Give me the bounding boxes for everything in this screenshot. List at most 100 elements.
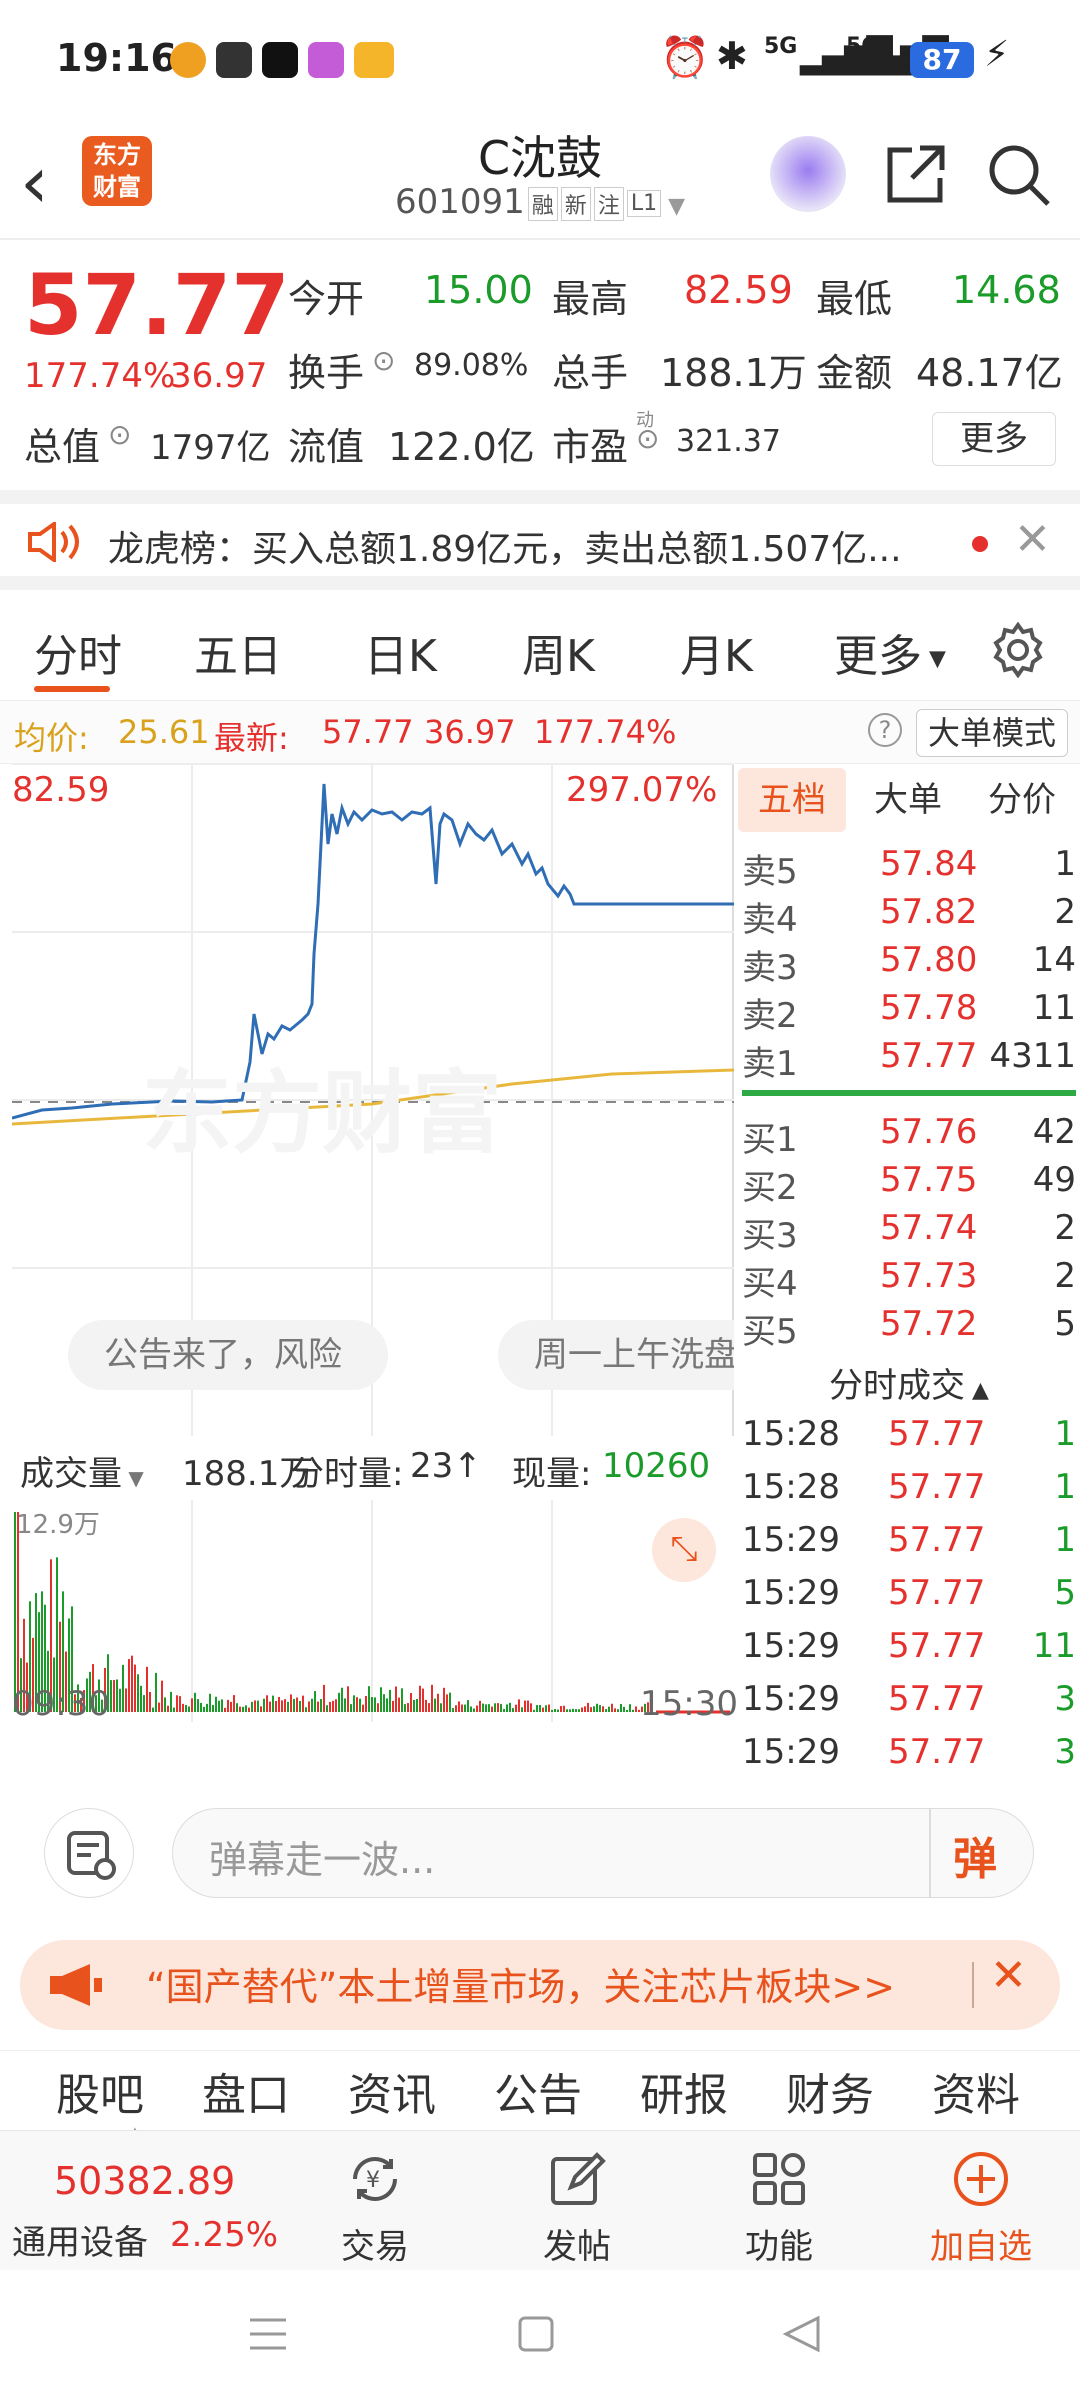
volume-chart[interactable]: 12.9万 ⤡ 09:30 15:30 — [12, 1500, 738, 1724]
more-button[interactable]: 更多 — [932, 412, 1056, 466]
volume-bar — [392, 1700, 394, 1712]
back-icon[interactable] — [780, 2314, 824, 2354]
expand-icon[interactable]: ⤡ — [652, 1518, 716, 1582]
tab-announcements[interactable]: 公告 — [494, 2059, 582, 2123]
volume-bar — [323, 1684, 325, 1712]
avg-value: 25.61 — [118, 713, 210, 751]
volume-bar — [629, 1704, 631, 1712]
ai-assistant-icon[interactable] — [770, 136, 846, 212]
volume-bar — [590, 1707, 592, 1712]
volume-bar — [509, 1702, 511, 1712]
volume-bar — [14, 1512, 16, 1712]
volume-bar — [449, 1692, 451, 1712]
volume-bar — [230, 1701, 232, 1712]
close-icon[interactable]: ✕ — [990, 1950, 1027, 2001]
volume-bar — [266, 1695, 268, 1712]
tab-weekly-k[interactable]: 周K — [522, 620, 595, 684]
volume-bar — [584, 1706, 586, 1712]
tab-forum[interactable]: 股吧 — [56, 2059, 144, 2123]
volume-bar — [128, 1659, 130, 1712]
volume-bar — [248, 1707, 250, 1712]
promo-banner[interactable]: “国产替代”本土增量市场，关注芯片板块>> ✕ — [20, 1940, 1060, 2030]
volume-bar — [563, 1705, 565, 1712]
back-arrow-icon[interactable]: ‹ — [20, 140, 49, 224]
volume-bar — [125, 1688, 127, 1712]
big-order-mode-button[interactable]: 大单模式 — [916, 709, 1068, 757]
volume-bar — [314, 1691, 316, 1712]
tab-monthly-k[interactable]: 月K — [680, 620, 753, 684]
danmaku-input[interactable]: 弹幕走一波... 弹 — [172, 1808, 1034, 1898]
grid-apps-icon — [753, 2153, 805, 2205]
volume-bar — [620, 1703, 622, 1712]
tab-five-level[interactable]: 五档 — [738, 768, 846, 832]
volume-bar — [290, 1694, 292, 1712]
volume-bar — [320, 1699, 322, 1712]
volume-bar — [512, 1708, 514, 1712]
change-percent: 177.74% — [24, 356, 176, 396]
volume-bar — [299, 1700, 301, 1712]
danmaku-bubble[interactable]: 公告来了，风险 — [68, 1320, 388, 1390]
dragon-tiger-bar[interactable]: 龙虎榜：买入总额1.89亿元，卖出总额1.507亿... ✕ — [0, 490, 1080, 590]
tick-trades-toggle[interactable]: 分时成交 ▲ — [738, 1358, 1080, 1407]
send-danmaku-button[interactable]: 弹 — [953, 1823, 997, 1887]
margin-badge: 融 — [527, 186, 558, 221]
volume-bar — [146, 1666, 148, 1712]
volume-bar — [245, 1705, 247, 1712]
tab-financials[interactable]: 财务 — [786, 2059, 874, 2123]
intraday-chart[interactable]: 东方财富 82.59 297.07% 公告来了，风险 周一上午洗盘 — [12, 764, 734, 1436]
trade-row: 15:29 57.77 3 — [742, 1679, 1076, 1719]
home-icon[interactable] — [516, 2314, 556, 2354]
settings-gear-icon[interactable] — [990, 622, 1046, 678]
tab-daily-k[interactable]: 日K — [364, 620, 437, 684]
info-icon[interactable]: ⊙ — [636, 422, 659, 455]
volume-bar — [326, 1705, 328, 1712]
volume-bar — [308, 1701, 310, 1712]
volume-bar — [296, 1697, 298, 1712]
sector-name[interactable]: 通用设备 — [12, 2215, 148, 2264]
tab-news[interactable]: 资讯 — [348, 2059, 436, 2123]
tab-big-order[interactable]: 大单 — [854, 768, 962, 832]
bid-row: 买5 57.72 5 — [742, 1304, 1076, 1352]
latest-percent: 177.74% — [534, 713, 677, 751]
tab-research[interactable]: 研报 — [640, 2059, 728, 2123]
volume-bar — [347, 1686, 349, 1712]
video-app-icon — [308, 42, 344, 78]
help-icon[interactable]: ? — [868, 713, 902, 747]
tab-intraday[interactable]: 分时 — [34, 620, 122, 684]
share-icon[interactable] — [884, 142, 948, 206]
volume-bar — [494, 1703, 496, 1712]
menu-icon[interactable] — [246, 2314, 290, 2354]
market-cap-value: 1797亿 — [150, 428, 271, 468]
volume-bar — [593, 1706, 595, 1712]
latest-value: 57.77 — [322, 713, 414, 751]
volume-bar — [422, 1688, 424, 1712]
danmaku-bubble[interactable]: 周一上午洗盘 — [498, 1320, 734, 1390]
amount-label: 金额 — [816, 351, 893, 395]
tab-more[interactable]: 更多 ▼ — [834, 620, 946, 684]
chevron-down-icon: ▼ — [922, 646, 946, 672]
volume-bar — [269, 1701, 271, 1712]
volume-bar — [401, 1688, 403, 1712]
info-icon[interactable]: ⊙ — [108, 418, 131, 451]
stock-code-row[interactable]: 601091 融新注 L1 ▼ — [380, 182, 700, 222]
volume-bar — [329, 1701, 331, 1712]
app-notification-icon — [216, 42, 252, 78]
danmaku-settings-icon[interactable] — [44, 1808, 134, 1898]
tab-profile[interactable]: 资料 — [932, 2059, 1020, 2123]
tab-five-day[interactable]: 五日 — [194, 620, 282, 684]
open-label: 今开 — [288, 277, 365, 321]
search-icon[interactable] — [986, 142, 1052, 208]
trade-row: 15:28 57.77 1 — [742, 1414, 1076, 1454]
index-value[interactable]: 50382.89 — [54, 2159, 235, 2203]
volume-bar — [179, 1696, 181, 1712]
tab-price-distribution[interactable]: 分价 — [968, 768, 1076, 832]
volume-indicator-select[interactable]: 成交量 ▼ — [20, 1446, 144, 1495]
alarm-icon: ⏰ — [660, 35, 710, 81]
danmaku-placeholder: 弹幕走一波... — [209, 1838, 436, 1882]
tab-order-book[interactable]: 盘口 — [202, 2059, 290, 2123]
volume-bar — [260, 1706, 262, 1712]
eastmoney-logo[interactable]: 东方 财富 — [82, 136, 152, 206]
info-icon[interactable]: ⊙ — [372, 344, 395, 377]
volume-bar — [191, 1698, 193, 1712]
close-icon[interactable]: ✕ — [1014, 514, 1051, 565]
